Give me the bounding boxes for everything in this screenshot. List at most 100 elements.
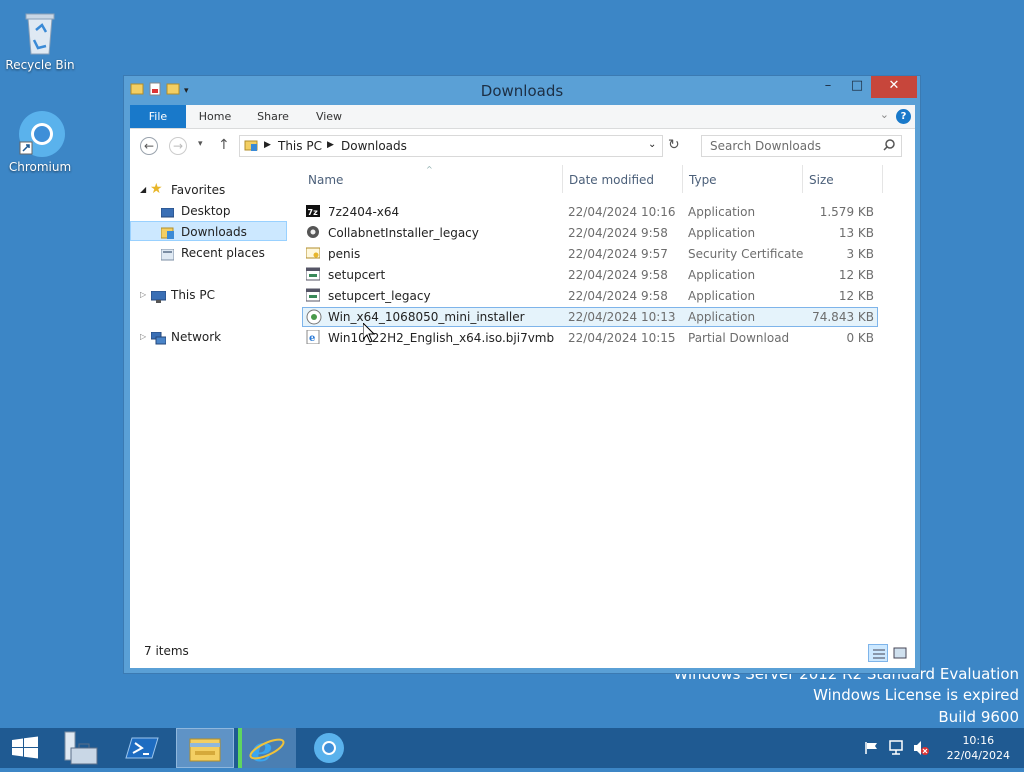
clock-date: 22/04/2024	[946, 749, 1010, 762]
7zip-icon: 7z	[306, 204, 320, 218]
file-name: CollabnetInstaller_legacy	[328, 226, 479, 240]
nav-label: Network	[171, 330, 222, 344]
system-clock[interactable]: 10:16 22/04/2024	[947, 733, 1010, 763]
file-type: Application	[688, 268, 756, 282]
desktop-icon-label: Recycle Bin	[5, 58, 75, 72]
nav-label: This PC	[171, 288, 215, 302]
file-type: Application	[688, 226, 756, 240]
file-size: 0 KB	[846, 331, 874, 345]
title-bar[interactable]: ▾ Downloads – □ ✕	[124, 76, 920, 104]
table-row[interactable]: penis 22/04/2024 9:57 Security Certifica…	[302, 244, 878, 264]
search-input[interactable]: Search Downloads	[701, 135, 902, 157]
expanded-arrow-icon[interactable]: ◢	[140, 180, 146, 200]
column-header-name[interactable]: Name	[308, 165, 343, 195]
column-divider[interactable]	[562, 165, 563, 193]
file-type: Application	[688, 310, 756, 324]
file-type: Partial Download	[688, 331, 790, 345]
nav-downloads[interactable]: Downloads	[130, 221, 287, 241]
file-name: penis	[328, 247, 361, 261]
address-dropdown-icon[interactable]: ⌄	[648, 139, 656, 150]
taskbar-chromium[interactable]	[304, 728, 354, 768]
desktop-icon-label: Chromium	[8, 160, 72, 174]
forward-button[interactable]: →	[169, 137, 187, 155]
taskbar-internet-explorer[interactable]: e	[238, 728, 296, 770]
file-date: 22/04/2024 9:58	[568, 226, 668, 240]
file-name: setupcert_legacy	[328, 289, 431, 303]
collapsed-arrow-icon[interactable]: ▷	[140, 285, 146, 305]
downloads-folder-icon	[160, 225, 174, 239]
column-divider[interactable]	[882, 165, 883, 193]
column-header-date[interactable]: Date modified	[569, 165, 654, 195]
start-button[interactable]	[0, 728, 50, 768]
file-type: Application	[688, 289, 756, 303]
nav-desktop[interactable]: Desktop	[130, 201, 287, 221]
nav-label: Desktop	[181, 204, 231, 218]
chevron-right-icon[interactable]: ▶	[264, 140, 271, 150]
help-icon[interactable]: ?	[896, 109, 911, 124]
address-bar[interactable]: ▶ This PC ▶ Downloads ⌄	[239, 135, 663, 157]
tab-file[interactable]: File	[130, 105, 186, 128]
license-watermark-line-2: Windows License is expired	[813, 686, 1019, 704]
taskbar-powershell[interactable]	[118, 728, 168, 768]
desktop-icon-recycle-bin[interactable]: Recycle Bin	[0, 8, 80, 72]
table-row[interactable]: CollabnetInstaller_legacy 22/04/2024 9:5…	[302, 223, 878, 243]
network-status-icon[interactable]	[888, 740, 906, 759]
file-date: 22/04/2024 10:13	[568, 310, 676, 324]
file-name: Win_x64_1068050_mini_installer	[328, 310, 525, 324]
file-size: 1.579 KB	[819, 205, 874, 219]
nav-label: Downloads	[181, 225, 247, 239]
taskbar: e 10:16 22/04/2024	[0, 728, 1024, 770]
maximize-button[interactable]: □	[840, 76, 874, 98]
taskbar-file-explorer[interactable]	[176, 728, 234, 768]
back-button[interactable]: ←	[140, 137, 158, 155]
breadcrumb-this-pc[interactable]: This PC	[278, 139, 322, 153]
file-date: 22/04/2024 10:15	[568, 331, 676, 345]
large-icons-view-button[interactable]	[890, 644, 910, 662]
status-item-count: 7 items	[144, 644, 189, 658]
volume-muted-icon[interactable]	[912, 740, 930, 759]
search-icon[interactable]	[883, 139, 895, 154]
table-row[interactable]: 7z 7z2404-x64 22/04/2024 10:16 Applicati…	[302, 202, 878, 222]
svg-text:7z: 7z	[308, 208, 319, 217]
table-row[interactable]: setupcert_legacy 22/04/2024 9:58 Applica…	[302, 286, 878, 306]
file-list: ^ Name Date modified Type Size 7z 7z2404…	[302, 165, 915, 640]
action-center-flag-icon[interactable]	[864, 741, 880, 758]
file-name: 7z2404-x64	[328, 205, 400, 219]
tab-home[interactable]: Home	[190, 105, 240, 128]
expand-ribbon-icon[interactable]: ⌄	[880, 108, 889, 121]
network-icon	[150, 331, 167, 345]
refresh-button[interactable]: ↻	[668, 137, 688, 157]
desktop-icon	[160, 205, 175, 218]
file-name: setupcert	[328, 268, 386, 282]
file-size: 13 KB	[838, 226, 874, 240]
details-view-button[interactable]	[868, 644, 888, 662]
table-row[interactable]: e Win10_22H2_English_x64.iso.bji7vmb 22/…	[302, 328, 878, 348]
column-divider[interactable]	[802, 165, 803, 193]
column-header-type[interactable]: Type	[689, 165, 717, 195]
breadcrumb-downloads[interactable]: Downloads	[341, 139, 407, 153]
table-row-selected[interactable]: Win_x64_1068050_mini_installer 22/04/202…	[302, 307, 878, 327]
internet-explorer-icon: e	[249, 730, 285, 770]
desktop-icon-chromium[interactable]: Chromium	[0, 110, 80, 174]
close-button[interactable]: ✕	[871, 76, 917, 98]
column-divider[interactable]	[682, 165, 683, 193]
recycle-bin-icon	[18, 8, 62, 56]
mouse-cursor-icon	[362, 321, 376, 346]
taskbar-server-manager[interactable]	[55, 728, 105, 768]
sort-ascending-icon: ^	[426, 165, 433, 174]
active-indicator	[238, 728, 242, 768]
tab-view[interactable]: View	[304, 105, 354, 128]
app-window-icon	[305, 267, 321, 281]
chevron-right-icon[interactable]: ▶	[327, 140, 334, 150]
file-size: 12 KB	[838, 268, 874, 282]
file-date: 22/04/2024 10:16	[568, 205, 676, 219]
recent-locations-icon[interactable]: ▾	[198, 139, 203, 149]
up-button[interactable]: ↑	[218, 137, 230, 153]
collapsed-arrow-icon[interactable]: ▷	[140, 327, 146, 347]
license-watermark-line-3: Build 9600	[938, 708, 1019, 726]
recent-places-icon	[160, 247, 175, 261]
column-header-size[interactable]: Size	[809, 165, 834, 195]
file-size: 3 KB	[846, 247, 874, 261]
table-row[interactable]: setupcert 22/04/2024 9:58 Application 12…	[302, 265, 878, 285]
tab-share[interactable]: Share	[248, 105, 298, 128]
